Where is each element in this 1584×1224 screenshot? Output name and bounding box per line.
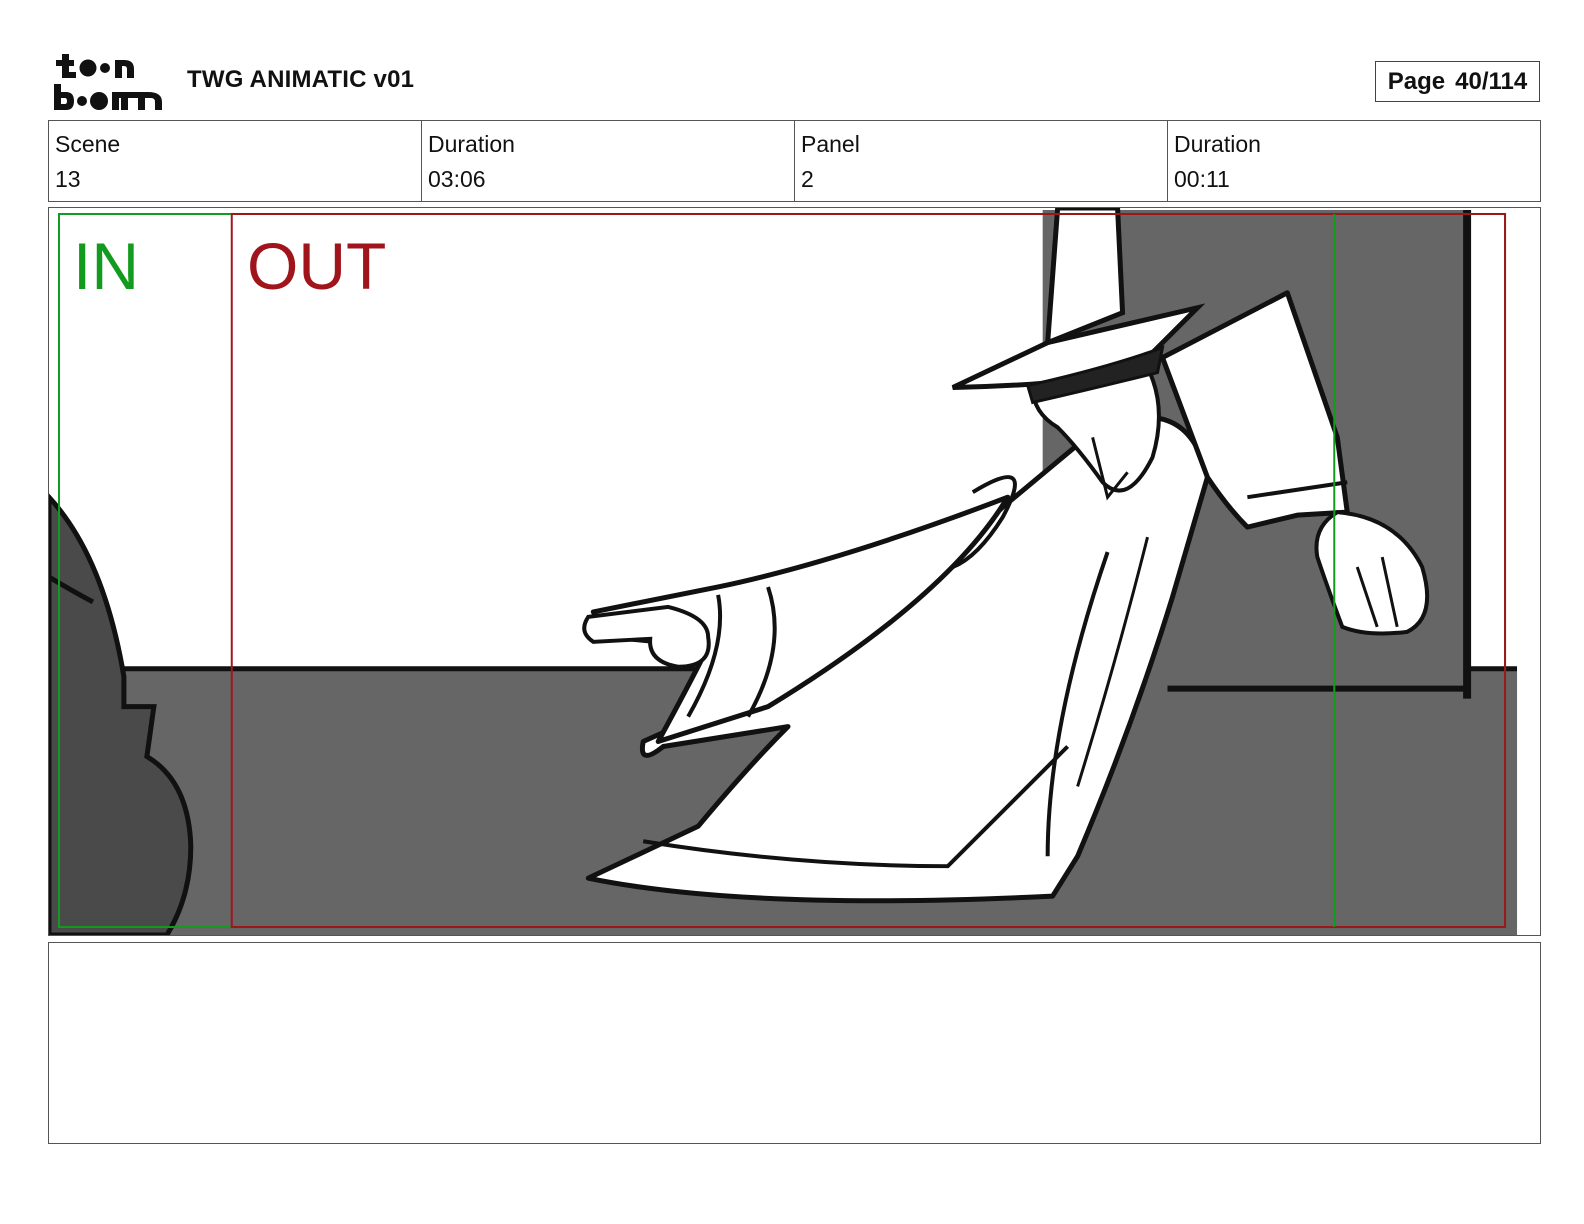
scene-duration-cell: Duration 03:06 — [422, 121, 795, 201]
scene-duration-label: Duration — [428, 131, 515, 157]
toonboom-logo — [52, 50, 164, 114]
panel-duration-value: 00:11 — [1174, 166, 1230, 192]
page-indicator: Page 40/114 — [1375, 61, 1540, 102]
scene-cell: Scene 13 — [49, 121, 422, 201]
panel-cell: Panel 2 — [795, 121, 1168, 201]
panel-info-table: Scene 13 Duration 03:06 Panel 2 Duration… — [48, 120, 1541, 202]
panel-value: 2 — [801, 166, 814, 192]
scene-label: Scene — [55, 131, 121, 157]
out-marker-label: OUT — [247, 229, 387, 303]
page-number: 40/114 — [1455, 67, 1528, 95]
panel-duration-label: Duration — [1174, 131, 1261, 157]
panel-duration-cell: Duration 00:11 — [1168, 121, 1540, 201]
panel-notes-box — [48, 942, 1541, 1144]
storyboard-panel-image — [48, 207, 1541, 936]
page-label: Page — [1387, 67, 1446, 95]
in-marker-label: IN — [73, 229, 139, 303]
scene-duration-value: 03:06 — [428, 166, 486, 192]
scene-value: 13 — [55, 166, 81, 192]
panel-label: Panel — [801, 131, 860, 157]
document-title: TWG ANIMATIC v01 — [187, 66, 415, 93]
